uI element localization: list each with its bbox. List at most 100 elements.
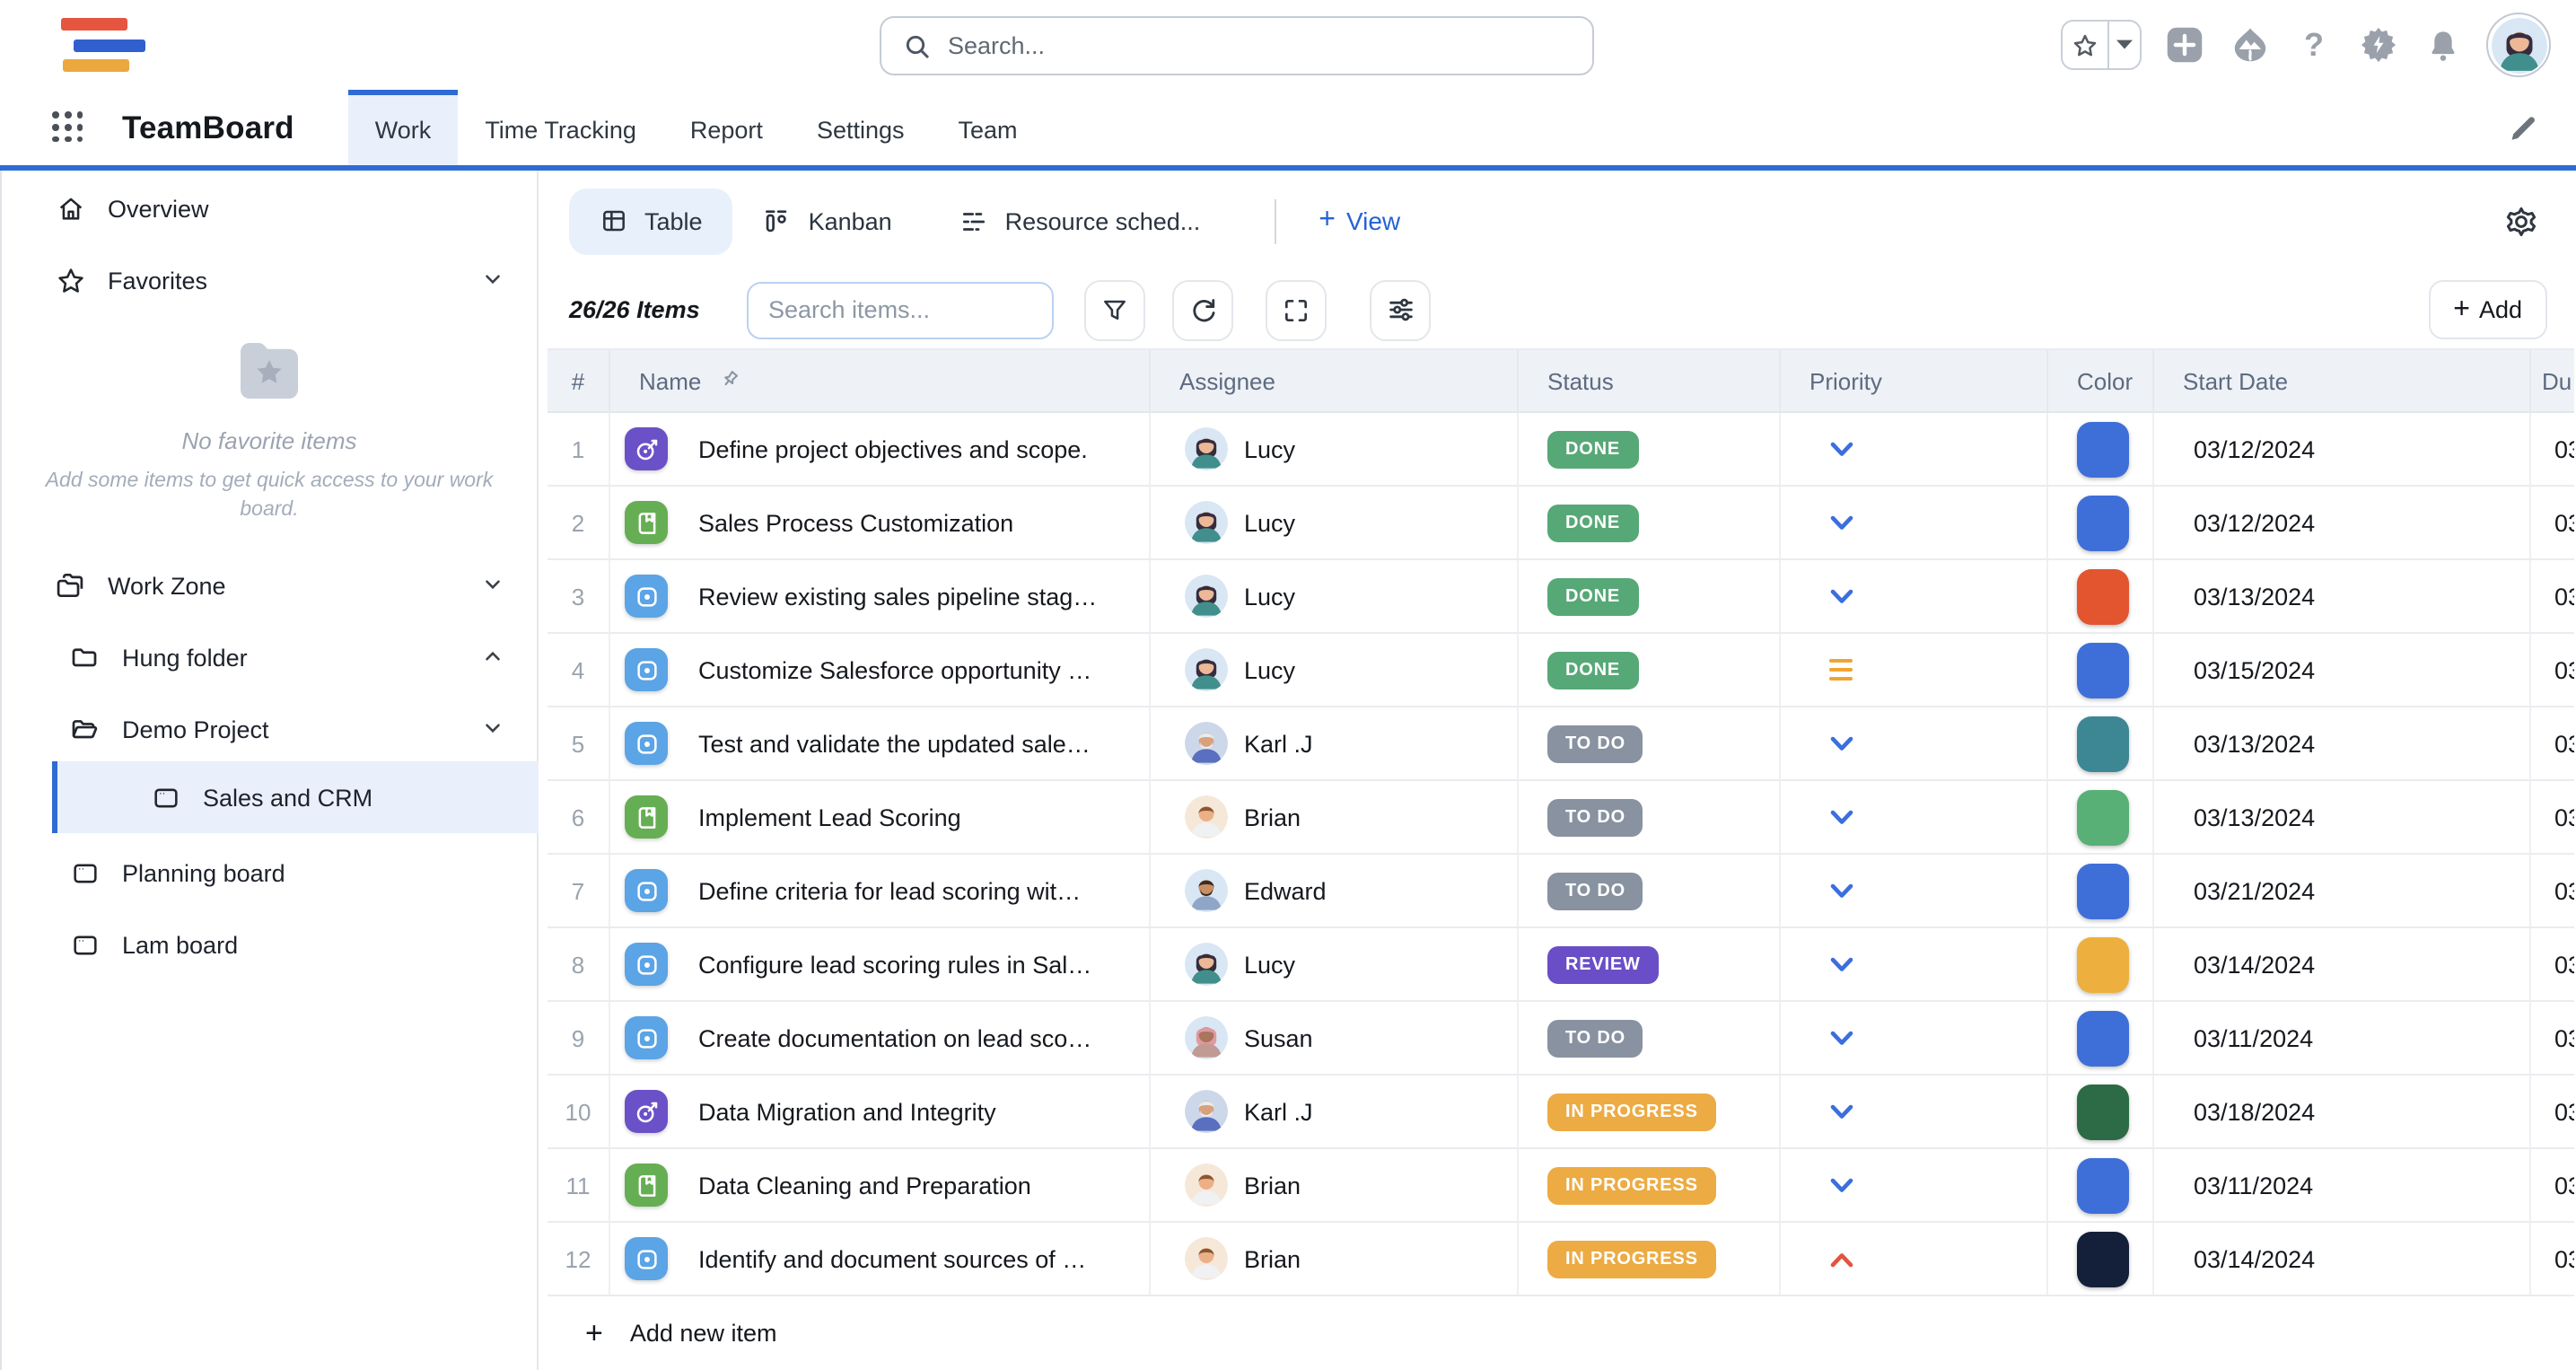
color-cell[interactable]	[2048, 413, 2154, 485]
start-date-cell[interactable]: 03/14/2024	[2154, 1223, 2531, 1295]
app-launcher-grid-icon[interactable]	[52, 111, 84, 144]
start-date-cell[interactable]: 03/15/2024	[2154, 634, 2531, 706]
table-row[interactable]: 4 Customize Salesforce opportunity … Luc…	[548, 634, 2574, 707]
notifications-bell-icon[interactable]	[2422, 23, 2465, 66]
task-name[interactable]: Data Cleaning and Preparation	[698, 1172, 1031, 1199]
start-date-cell[interactable]: 03/12/2024	[2154, 413, 2531, 485]
color-swatch[interactable]	[2077, 1231, 2129, 1287]
color-swatch[interactable]	[2077, 1157, 2129, 1213]
sidebar-item-planning-board[interactable]: Planning board	[2, 840, 537, 905]
due-date-cell[interactable]: 03	[2531, 1076, 2574, 1147]
priority-icon[interactable]	[1829, 883, 1854, 899]
company-logo[interactable]	[61, 18, 154, 75]
table-row[interactable]: 3 Review existing sales pipeline stag… L…	[548, 560, 2574, 634]
color-swatch[interactable]	[2077, 1084, 2129, 1139]
priority-icon[interactable]	[1829, 659, 1853, 680]
color-cell[interactable]	[2048, 781, 2154, 853]
start-date-cell[interactable]: 03/21/2024	[2154, 855, 2531, 927]
color-cell[interactable]	[2048, 487, 2154, 558]
start-date-cell[interactable]: 03/14/2024	[2154, 928, 2531, 1000]
due-date-cell[interactable]: 03	[2531, 855, 2574, 927]
due-date-cell[interactable]: 03	[2531, 634, 2574, 706]
priority-cell[interactable]	[1781, 1076, 2048, 1147]
status-cell[interactable]: DONE	[1519, 560, 1781, 632]
priority-icon[interactable]	[1829, 809, 1854, 825]
task-name[interactable]: Data Migration and Integrity	[698, 1098, 996, 1125]
assignee-cell[interactable]: Edward	[1151, 855, 1519, 927]
pin-icon[interactable]	[715, 368, 740, 393]
status-cell[interactable]: TO DO	[1519, 707, 1781, 779]
favorite-star-split-button[interactable]	[2061, 20, 2142, 70]
priority-cell[interactable]	[1781, 413, 2048, 485]
priority-icon[interactable]	[1829, 1103, 1854, 1120]
star-dropdown-caret-icon[interactable]	[2109, 22, 2140, 68]
status-badge[interactable]: TO DO	[1547, 725, 1643, 762]
assignee-cell[interactable]: Brian	[1151, 781, 1519, 853]
status-cell[interactable]: IN PROGRESS	[1519, 1149, 1781, 1221]
status-badge[interactable]: TO DO	[1547, 1019, 1643, 1057]
task-name[interactable]: Create documentation on lead sco…	[698, 1024, 1091, 1051]
priority-icon[interactable]	[1829, 588, 1854, 604]
priority-cell[interactable]	[1781, 855, 2048, 927]
due-date-cell[interactable]: 03	[2531, 781, 2574, 853]
column-header-due-date[interactable]: Du	[2531, 350, 2574, 411]
color-swatch[interactable]	[2077, 568, 2129, 624]
color-cell[interactable]	[2048, 1149, 2154, 1221]
table-row[interactable]: 8 Configure lead scoring rules in Sal… L…	[548, 928, 2574, 1002]
start-date-cell[interactable]: 03/11/2024	[2154, 1149, 2531, 1221]
sidebar-item-overview[interactable]: Overview	[2, 176, 537, 241]
task-name[interactable]: Implement Lead Scoring	[698, 804, 961, 830]
color-swatch[interactable]	[2077, 863, 2129, 918]
column-header-color[interactable]: Color	[2048, 350, 2154, 411]
tab-work[interactable]: Work	[348, 90, 459, 165]
status-badge[interactable]: IN PROGRESS	[1547, 1240, 1716, 1278]
status-badge[interactable]: IN PROGRESS	[1547, 1166, 1716, 1204]
add-view-button[interactable]: + View	[1319, 206, 1400, 235]
chevron-down-icon[interactable]	[481, 573, 504, 596]
table-row[interactable]: 7 Define criteria for lead scoring wit… …	[548, 855, 2574, 928]
priority-cell[interactable]	[1781, 707, 2048, 779]
assignee-cell[interactable]: Brian	[1151, 1223, 1519, 1295]
color-cell[interactable]	[2048, 855, 2154, 927]
task-name-cell[interactable]: Data Cleaning and Preparation	[610, 1149, 1151, 1221]
status-badge[interactable]: IN PROGRESS	[1547, 1093, 1716, 1130]
sidebar-item-work-zone[interactable]: Work Zone	[2, 553, 537, 618]
status-cell[interactable]: DONE	[1519, 413, 1781, 485]
status-badge[interactable]: REVIEW	[1547, 945, 1659, 983]
table-row[interactable]: 2 Sales Process Customization Lucy DONE	[548, 487, 2574, 560]
tab-time-tracking[interactable]: Time Tracking	[458, 90, 663, 165]
priority-cell[interactable]	[1781, 1223, 2048, 1295]
priority-cell[interactable]	[1781, 560, 2048, 632]
color-cell[interactable]	[2048, 928, 2154, 1000]
tab-report[interactable]: Report	[663, 90, 790, 165]
status-cell[interactable]: TO DO	[1519, 855, 1781, 927]
color-cell[interactable]	[2048, 1223, 2154, 1295]
start-date-cell[interactable]: 03/12/2024	[2154, 487, 2531, 558]
priority-icon[interactable]	[1829, 956, 1854, 972]
color-swatch[interactable]	[2077, 642, 2129, 698]
task-name[interactable]: Define criteria for lead scoring wit…	[698, 877, 1081, 904]
chevron-up-icon[interactable]	[481, 645, 504, 668]
fullscreen-button[interactable]	[1266, 279, 1327, 340]
edit-pencil-icon[interactable]	[2508, 113, 2538, 144]
priority-cell[interactable]	[1781, 928, 2048, 1000]
priority-icon[interactable]	[1829, 1030, 1854, 1046]
color-cell[interactable]	[2048, 1076, 2154, 1147]
task-name[interactable]: Sales Process Customization	[698, 509, 1013, 536]
status-cell[interactable]: DONE	[1519, 634, 1781, 706]
priority-icon[interactable]	[1829, 441, 1854, 457]
priority-cell[interactable]	[1781, 487, 2048, 558]
task-name-cell[interactable]: Test and validate the updated sale…	[610, 707, 1151, 779]
create-plus-icon[interactable]	[2163, 23, 2206, 66]
color-cell[interactable]	[2048, 634, 2154, 706]
color-swatch[interactable]	[2077, 936, 2129, 992]
task-name-cell[interactable]: Data Migration and Integrity	[610, 1076, 1151, 1147]
start-date-cell[interactable]: 03/18/2024	[2154, 1076, 2531, 1147]
settings-gear-bolt-icon[interactable]	[2357, 23, 2400, 66]
assignee-cell[interactable]: Lucy	[1151, 634, 1519, 706]
status-badge[interactable]: TO DO	[1547, 872, 1643, 909]
user-avatar[interactable]	[2486, 13, 2551, 77]
column-header-assignee[interactable]: Assignee	[1151, 350, 1519, 411]
column-header-priority[interactable]: Priority	[1781, 350, 2048, 411]
task-name-cell[interactable]: Create documentation on lead sco…	[610, 1002, 1151, 1074]
